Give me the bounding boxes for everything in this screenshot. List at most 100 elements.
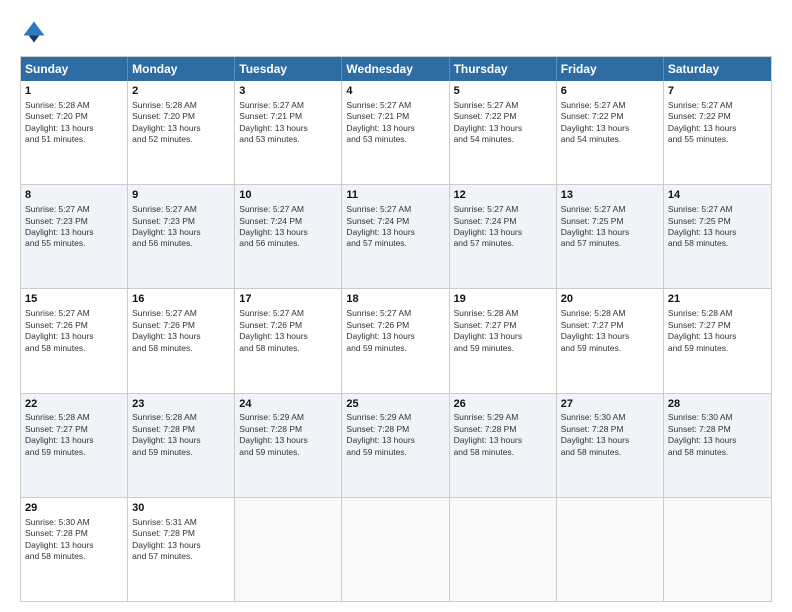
day-number: 18 <box>346 292 444 307</box>
day-info-line: and 59 minutes. <box>668 343 767 354</box>
day-info-line: and 59 minutes. <box>454 343 552 354</box>
day-info-line: Sunrise: 5:29 AM <box>346 412 444 423</box>
day-info-line: Sunrise: 5:31 AM <box>132 517 230 528</box>
day-number: 19 <box>454 292 552 307</box>
calendar-cell-28: 28Sunrise: 5:30 AMSunset: 7:28 PMDayligh… <box>664 394 771 497</box>
day-info-line: Sunset: 7:28 PM <box>239 424 337 435</box>
header-day-tuesday: Tuesday <box>235 57 342 81</box>
day-info-line: and 59 minutes. <box>239 447 337 458</box>
day-info-line: Sunset: 7:28 PM <box>25 528 123 539</box>
calendar-cell-6: 6Sunrise: 5:27 AMSunset: 7:22 PMDaylight… <box>557 81 664 184</box>
day-info-line: Sunset: 7:28 PM <box>132 528 230 539</box>
header-day-thursday: Thursday <box>450 57 557 81</box>
day-info-line: Daylight: 13 hours <box>561 331 659 342</box>
day-info-line: and 58 minutes. <box>25 551 123 562</box>
calendar: SundayMondayTuesdayWednesdayThursdayFrid… <box>20 56 772 602</box>
day-info-line: and 59 minutes. <box>561 343 659 354</box>
day-info-line: and 53 minutes. <box>346 134 444 145</box>
day-info-line: and 59 minutes. <box>132 447 230 458</box>
day-info-line: Sunset: 7:26 PM <box>346 320 444 331</box>
day-info-line: Sunrise: 5:27 AM <box>454 204 552 215</box>
day-info-line: Daylight: 13 hours <box>239 435 337 446</box>
day-info-line: Daylight: 13 hours <box>561 227 659 238</box>
day-info-line: Sunrise: 5:30 AM <box>25 517 123 528</box>
day-info-line: Sunset: 7:22 PM <box>454 111 552 122</box>
day-number: 24 <box>239 397 337 412</box>
day-info-line: Daylight: 13 hours <box>239 123 337 134</box>
day-info-line: and 57 minutes. <box>561 238 659 249</box>
page: SundayMondayTuesdayWednesdayThursdayFrid… <box>0 0 792 612</box>
header-day-wednesday: Wednesday <box>342 57 449 81</box>
day-info-line: and 53 minutes. <box>239 134 337 145</box>
day-info-line: and 55 minutes. <box>25 238 123 249</box>
calendar-cell-19: 19Sunrise: 5:28 AMSunset: 7:27 PMDayligh… <box>450 289 557 392</box>
calendar-cell-15: 15Sunrise: 5:27 AMSunset: 7:26 PMDayligh… <box>21 289 128 392</box>
day-info-line: Daylight: 13 hours <box>668 123 767 134</box>
day-info-line: and 58 minutes. <box>454 447 552 458</box>
day-info-line: Sunrise: 5:27 AM <box>346 204 444 215</box>
day-info-line: Sunset: 7:21 PM <box>239 111 337 122</box>
day-info-line: Sunset: 7:22 PM <box>668 111 767 122</box>
day-number: 16 <box>132 292 230 307</box>
day-info-line: Sunset: 7:20 PM <box>132 111 230 122</box>
calendar-cell-18: 18Sunrise: 5:27 AMSunset: 7:26 PMDayligh… <box>342 289 449 392</box>
day-info-line: Daylight: 13 hours <box>346 227 444 238</box>
day-info-line: Daylight: 13 hours <box>239 227 337 238</box>
day-info-line: Sunrise: 5:27 AM <box>239 100 337 111</box>
day-info-line: Daylight: 13 hours <box>346 123 444 134</box>
day-info-line: and 54 minutes. <box>561 134 659 145</box>
day-info-line: Daylight: 13 hours <box>25 331 123 342</box>
day-number: 22 <box>25 397 123 412</box>
day-number: 10 <box>239 188 337 203</box>
day-info-line: Sunrise: 5:29 AM <box>454 412 552 423</box>
day-number: 1 <box>25 84 123 99</box>
header <box>20 18 772 46</box>
day-info-line: and 58 minutes. <box>239 343 337 354</box>
day-info-line: Sunrise: 5:27 AM <box>239 308 337 319</box>
calendar-cell-4: 4Sunrise: 5:27 AMSunset: 7:21 PMDaylight… <box>342 81 449 184</box>
day-info-line: Sunrise: 5:27 AM <box>25 204 123 215</box>
day-number: 5 <box>454 84 552 99</box>
header-day-sunday: Sunday <box>21 57 128 81</box>
calendar-cell-26: 26Sunrise: 5:29 AMSunset: 7:28 PMDayligh… <box>450 394 557 497</box>
day-info-line: Sunset: 7:28 PM <box>561 424 659 435</box>
day-info-line: Sunset: 7:27 PM <box>561 320 659 331</box>
calendar-cell-30: 30Sunrise: 5:31 AMSunset: 7:28 PMDayligh… <box>128 498 235 601</box>
calendar-row-3: 15Sunrise: 5:27 AMSunset: 7:26 PMDayligh… <box>21 288 771 392</box>
day-info-line: Daylight: 13 hours <box>25 123 123 134</box>
day-info-line: and 59 minutes. <box>346 447 444 458</box>
calendar-cell-10: 10Sunrise: 5:27 AMSunset: 7:24 PMDayligh… <box>235 185 342 288</box>
day-info-line: Daylight: 13 hours <box>346 435 444 446</box>
day-info-line: Sunrise: 5:28 AM <box>668 308 767 319</box>
day-number: 30 <box>132 501 230 516</box>
calendar-cell-7: 7Sunrise: 5:27 AMSunset: 7:22 PMDaylight… <box>664 81 771 184</box>
calendar-cell-20: 20Sunrise: 5:28 AMSunset: 7:27 PMDayligh… <box>557 289 664 392</box>
day-info-line: Sunset: 7:24 PM <box>239 216 337 227</box>
calendar-cell-11: 11Sunrise: 5:27 AMSunset: 7:24 PMDayligh… <box>342 185 449 288</box>
day-number: 21 <box>668 292 767 307</box>
day-info-line: Sunset: 7:24 PM <box>454 216 552 227</box>
day-info-line: Sunrise: 5:27 AM <box>346 308 444 319</box>
day-info-line: Daylight: 13 hours <box>668 435 767 446</box>
day-info-line: Daylight: 13 hours <box>25 435 123 446</box>
day-number: 26 <box>454 397 552 412</box>
day-info-line: and 57 minutes. <box>454 238 552 249</box>
day-info-line: Daylight: 13 hours <box>132 331 230 342</box>
day-info-line: Daylight: 13 hours <box>454 227 552 238</box>
day-info-line: Sunset: 7:27 PM <box>25 424 123 435</box>
day-number: 12 <box>454 188 552 203</box>
day-number: 6 <box>561 84 659 99</box>
day-info-line: Sunrise: 5:27 AM <box>454 100 552 111</box>
calendar-cell-17: 17Sunrise: 5:27 AMSunset: 7:26 PMDayligh… <box>235 289 342 392</box>
day-info-line: Sunrise: 5:27 AM <box>668 100 767 111</box>
day-info-line: Daylight: 13 hours <box>454 435 552 446</box>
day-info-line: Sunrise: 5:27 AM <box>239 204 337 215</box>
day-info-line: and 57 minutes. <box>346 238 444 249</box>
day-info-line: and 58 minutes. <box>668 238 767 249</box>
day-info-line: and 58 minutes. <box>25 343 123 354</box>
day-info-line: Daylight: 13 hours <box>346 331 444 342</box>
day-info-line: and 57 minutes. <box>132 551 230 562</box>
day-number: 2 <box>132 84 230 99</box>
day-info-line: Sunrise: 5:27 AM <box>132 204 230 215</box>
day-info-line: Sunrise: 5:28 AM <box>25 100 123 111</box>
